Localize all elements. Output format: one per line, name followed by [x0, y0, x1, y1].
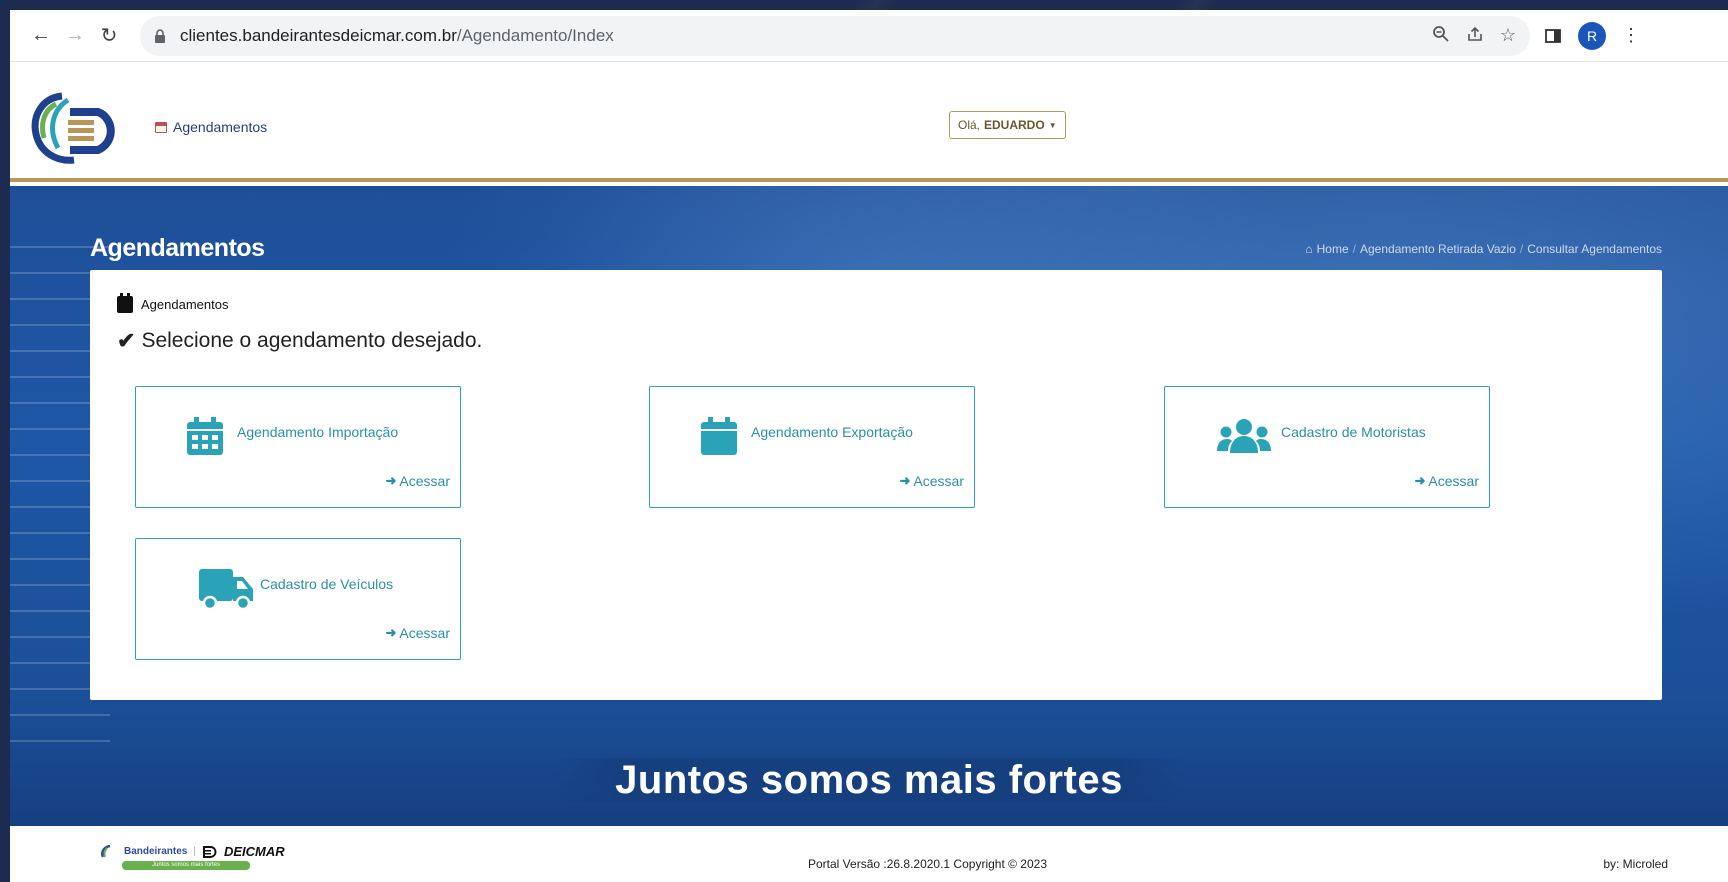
home-icon: ⌂: [1305, 242, 1313, 256]
card-title: Agendamento Importação: [237, 424, 399, 440]
breadcrumb-separator: /: [1519, 242, 1524, 256]
card-agendamento-importacao[interactable]: Agendamento Importação ➜ Acessar: [135, 386, 461, 508]
forward-icon[interactable]: →: [58, 19, 92, 53]
card-agendamento-exportacao[interactable]: Agendamento Exportação ➜ Acessar: [649, 386, 975, 508]
card-cadastro-motoristas[interactable]: Cadastro de Motoristas ➜ Acessar: [1164, 386, 1490, 508]
acessar-label: Acessar: [913, 473, 964, 489]
site-header: Agendamentos Olá, EDUARDO ▼: [10, 62, 1728, 182]
panel-heading-label: Agendamentos: [141, 297, 229, 312]
side-panel-icon[interactable]: [1544, 27, 1562, 45]
reload-icon[interactable]: ↻: [92, 19, 126, 53]
caret-down-icon: ▼: [1048, 120, 1057, 130]
acessar-link[interactable]: ➜ Acessar: [1415, 473, 1479, 489]
site-footer: Bandeirantes | DEICMAR Juntos somos mais…: [10, 826, 1728, 882]
check-icon: ✔: [117, 328, 136, 353]
user-name: EDUARDO: [984, 118, 1045, 132]
acessar-label: Acessar: [1428, 473, 1479, 489]
star-icon[interactable]: ☆: [1500, 25, 1516, 46]
calendar-icon: [155, 121, 167, 133]
footer-brand-left: Bandeirantes: [124, 846, 188, 857]
bandeirantes-mark-icon: [101, 844, 111, 858]
browser-window: ← → ↻ clientes.bandeirantesdeicmar.com.b…: [10, 10, 1728, 882]
footer-brand-divider: |: [193, 846, 196, 857]
share-icon[interactable]: [1466, 25, 1484, 43]
user-dropdown[interactable]: Olá, EDUARDO ▼: [949, 111, 1066, 139]
footer-logo: Bandeirantes | DEICMAR Juntos somos mais…: [100, 844, 290, 876]
greeting-text: Olá,: [958, 118, 981, 132]
breadcrumb-consultar[interactable]: Consultar Agendamentos: [1527, 242, 1662, 256]
instruction-label: Selecione o agendamento desejado.: [141, 329, 483, 352]
nav-agendamentos-link[interactable]: Agendamentos: [155, 119, 267, 135]
acessar-label: Acessar: [399, 625, 450, 641]
address-bar[interactable]: clientes.bandeirantesdeicmar.com.br/Agen…: [140, 15, 1530, 56]
acessar-link[interactable]: ➜ Acessar: [386, 473, 450, 489]
footer-brand-right: DEICMAR: [223, 844, 285, 859]
page-title: Agendamentos: [90, 234, 265, 262]
hero-section: Agendamentos ⌂ Home / Agendamento Retira…: [10, 186, 1728, 826]
slogan-text: Juntos somos mais fortes: [555, 758, 1183, 802]
zoom-icon[interactable]: [1432, 25, 1450, 43]
acessar-label: Acessar: [399, 473, 450, 489]
back-icon[interactable]: ←: [24, 19, 58, 53]
instruction-text: ✔ Selecione o agendamento desejado.: [117, 328, 482, 354]
card-title: Cadastro de Veículos: [260, 576, 394, 592]
calendar-grid-icon: [187, 417, 223, 455]
breadcrumb-separator: /: [1352, 242, 1356, 256]
nav-agendamentos-label: Agendamentos: [173, 119, 268, 135]
acessar-link[interactable]: ➜ Acessar: [386, 625, 450, 641]
content-panel: Agendamentos ✔ Selecione o agendamento d…: [90, 270, 1662, 700]
sign-in-icon: ➜: [1414, 473, 1426, 488]
card-title: Cadastro de Motoristas: [1281, 424, 1426, 440]
footer-version: Portal Versão :26.8.2020.1 Copyright © 2…: [808, 857, 1047, 871]
breadcrumb-retirada[interactable]: Agendamento Retirada Vazio: [1360, 242, 1516, 256]
sign-in-icon: ➜: [899, 473, 911, 488]
card-title: Agendamento Exportação: [751, 424, 913, 440]
panel-heading: Agendamentos: [117, 293, 229, 313]
truck-icon: [199, 569, 253, 611]
bandeirantes-logo[interactable]: [28, 90, 118, 168]
url-host: clientes.bandeirantesdeicmar.com.br: [180, 25, 457, 45]
sign-in-icon: ➜: [385, 625, 397, 640]
lock-icon: [155, 28, 165, 43]
sign-in-icon: ➜: [385, 473, 397, 488]
footer-tagline: Juntos somos mais fortes: [122, 861, 250, 870]
profile-avatar[interactable]: R: [1578, 21, 1606, 50]
acessar-link[interactable]: ➜ Acessar: [900, 473, 964, 489]
footer-credit: by: Microled: [1603, 857, 1668, 871]
url-path: /Agendamento/Index: [456, 25, 614, 45]
hero-slogan: Juntos somos mais fortes: [10, 758, 1728, 803]
calendar-icon: [117, 293, 133, 313]
users-icon: [1217, 419, 1271, 453]
card-cadastro-veiculos[interactable]: Cadastro de Veículos ➜ Acessar: [135, 538, 461, 660]
browser-toolbar: ← → ↻ clientes.bandeirantesdeicmar.com.b…: [10, 10, 1728, 62]
deicmar-mark-icon: [202, 845, 217, 858]
breadcrumb: ⌂ Home / Agendamento Retirada Vazio / Co…: [1305, 242, 1662, 256]
breadcrumb-home[interactable]: Home: [1317, 242, 1349, 256]
menu-icon[interactable]: ⋮: [1622, 25, 1640, 46]
calendar-icon: [701, 417, 737, 455]
